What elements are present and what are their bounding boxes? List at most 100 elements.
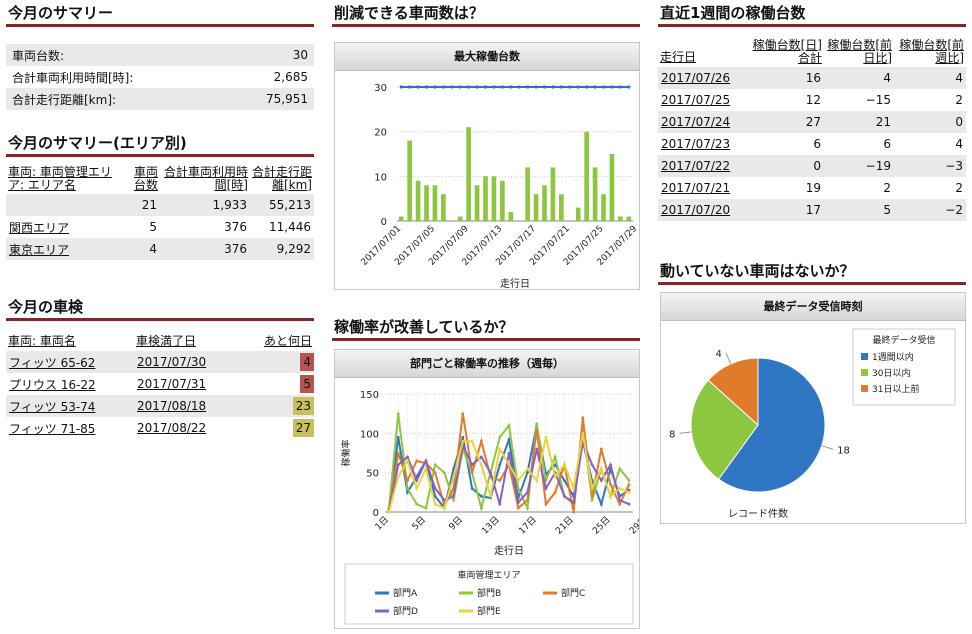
- bar: [424, 185, 429, 221]
- column-header-count[interactable]: 車両台数: [122, 166, 160, 194]
- dod-cell: −15: [865, 93, 891, 107]
- date-link[interactable]: 2017/07/26: [661, 71, 730, 85]
- point: [599, 479, 603, 482]
- point: [599, 502, 603, 506]
- usage-hours: 376: [160, 238, 250, 260]
- last-received-chart-title: 最終データ受信時刻: [661, 293, 965, 321]
- point: [498, 435, 502, 439]
- point: [509, 85, 513, 89]
- legend-swatch: [861, 385, 868, 392]
- column-header-vehicle[interactable]: 車両: 車両名: [6, 332, 134, 351]
- point: [535, 422, 539, 426]
- max-operating-chart-panel: 最大稼働台数 0 10 20 30 2017/07/01 2017/07/05 2017/0…: [334, 42, 640, 320]
- point: [627, 479, 631, 482]
- wow-cell: 2: [955, 181, 963, 195]
- days-left-badge: 5: [300, 375, 314, 393]
- point: [559, 85, 563, 89]
- point: [479, 494, 483, 498]
- bar: [618, 216, 623, 221]
- point: [500, 85, 504, 89]
- column-header-hours[interactable]: 合計車両利用時間[時]: [160, 166, 250, 194]
- point: [535, 447, 539, 451]
- date-link[interactable]: 2017/07/24: [661, 115, 730, 129]
- total-cell: 19: [805, 181, 821, 195]
- point: [551, 85, 555, 89]
- point: [396, 435, 400, 439]
- bar: [575, 207, 581, 221]
- point: [479, 439, 483, 443]
- vehicle-link[interactable]: プリウス 16-22: [9, 378, 96, 392]
- max-operating-chart-title: 最大稼働台数: [335, 43, 639, 71]
- date-link[interactable]: 2017/07/21: [661, 181, 730, 195]
- point: [442, 471, 446, 475]
- point: [526, 467, 529, 471]
- point: [467, 85, 471, 89]
- vehicle-link[interactable]: フィッツ 71-85: [9, 422, 95, 436]
- point: [526, 498, 529, 502]
- legend-title: 最終データ受信: [872, 334, 935, 346]
- date-link[interactable]: 2017/07/25: [661, 93, 730, 107]
- area-summary-section: 今月のサマリー(エリア別) 車両: 車両管理エリア: エリア名 車両台数 合計車…: [6, 130, 314, 260]
- area-link-kansai[interactable]: 関西エリア: [9, 221, 69, 235]
- date-link[interactable]: 2017/07/22: [661, 159, 730, 173]
- point: [599, 447, 603, 451]
- date-link[interactable]: 2017/07/23: [661, 137, 730, 151]
- column-header-total[interactable]: 稼働台数[日] 合計: [742, 39, 824, 67]
- expiry-date-link[interactable]: 2017/08/18: [137, 399, 206, 413]
- point: [424, 506, 428, 510]
- legend-swatch: [861, 353, 868, 360]
- legend-label: 部門B: [477, 587, 501, 599]
- point: [470, 487, 474, 490]
- point: [516, 479, 520, 482]
- summary-table: 車両台数: 30 合計車両利用時間[時]: 2,685 合計走行距離[km]: 75,…: [6, 44, 314, 110]
- row-value: 75,951: [225, 88, 314, 110]
- wow-cell: 2: [955, 93, 963, 107]
- dod-cell: 21: [824, 111, 894, 133]
- point: [627, 483, 631, 486]
- column-header-wow[interactable]: 稼働台数[前週比]: [894, 39, 966, 67]
- data-label-leader: [725, 352, 732, 364]
- column-header-date[interactable]: 走行日: [658, 39, 742, 67]
- column-header-days-left[interactable]: あと何日: [254, 332, 314, 351]
- expiry-date-link[interactable]: 2017/08/22: [137, 421, 206, 435]
- date-link[interactable]: 2017/07/20: [661, 203, 730, 217]
- point: [627, 502, 631, 506]
- point: [590, 487, 594, 490]
- utilization-chart-title: 部門ごと稼働率の推移（週毎）: [335, 350, 639, 378]
- utilization-chart: 050100150稼働率1日 5日 9日 13日 17日 21日 25日 29日走行日車両管理…: [340, 390, 650, 625]
- bar: [474, 185, 480, 221]
- table-row: 2017/07/22 0 −19 −3: [658, 155, 966, 177]
- column-header-km[interactable]: 合計走行距離[km]: [250, 166, 314, 194]
- point: [433, 85, 437, 89]
- vehicle-link[interactable]: フィッツ 53-74: [9, 400, 95, 414]
- area-link-tokyo[interactable]: 東京エリア: [9, 243, 69, 257]
- y-tick-label: 30: [374, 83, 387, 94]
- point: [618, 498, 622, 502]
- utilization-title: 稼働率が改善しているか？: [332, 314, 640, 341]
- max-operating-chart: 01020302017/07/012017/07/052017/07/09201…: [346, 83, 640, 320]
- row-label: 車両台数:: [6, 44, 226, 66]
- point: [461, 412, 465, 416]
- point: [562, 463, 566, 467]
- point: [489, 471, 492, 475]
- wow-cell: −2: [894, 199, 966, 221]
- point: [424, 85, 429, 89]
- point: [483, 85, 488, 89]
- vehicle-count: 21: [122, 194, 160, 216]
- vehicle-link[interactable]: フィッツ 65-62: [9, 356, 95, 370]
- column-header-area[interactable]: 車両: 車両管理エリア: エリア名: [6, 166, 122, 194]
- point: [479, 506, 483, 510]
- bar: [626, 216, 632, 221]
- left-column: 今月のサマリー 車両台数: 30 合計車両利用時間[時]: 2,685 合計走行距離…: [6, 0, 314, 437]
- expiry-date-link[interactable]: 2017/07/31: [137, 377, 206, 391]
- bar: [415, 180, 421, 221]
- point: [572, 487, 576, 490]
- column-header-expiry[interactable]: 車検満了日: [134, 332, 254, 351]
- idle-title: 動いていない車両はないか？: [658, 258, 966, 285]
- days-left-badge: 23: [292, 397, 314, 415]
- table-row: 2017/07/20 17 5 −2: [658, 199, 966, 221]
- expiry-date-link[interactable]: 2017/07/30: [137, 355, 206, 369]
- point: [433, 463, 437, 467]
- column-header-dod[interactable]: 稼働台数[前日比]: [824, 39, 894, 67]
- point: [399, 85, 403, 89]
